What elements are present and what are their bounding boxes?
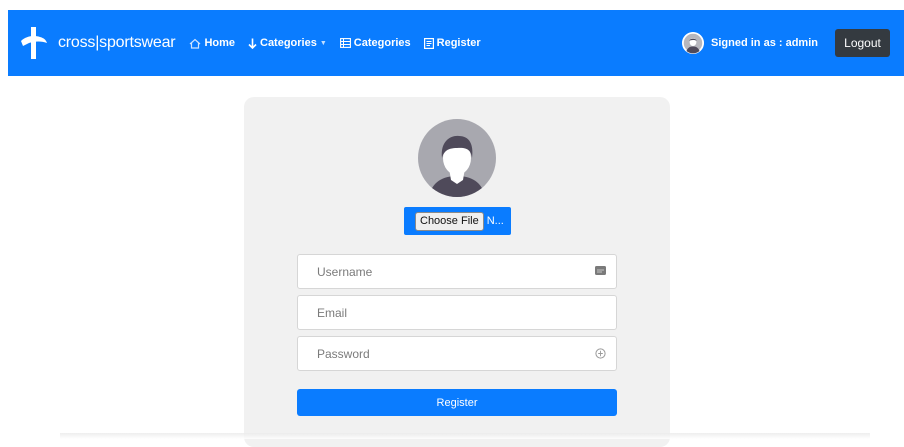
nav-register[interactable]: Register [423,37,481,49]
username-field [297,254,617,289]
profile-avatar-icon [417,118,497,198]
list-icon [339,38,351,48]
caret-down-icon: ▼ [319,39,327,47]
signed-in-text: Signed in as : admin [711,37,818,49]
password-input[interactable] [298,337,616,370]
email-input[interactable] [298,296,616,329]
nav-register-label: Register [436,37,481,49]
username-input[interactable] [298,255,616,288]
navbar: cross|sportswear Home Categories ▼ Categ… [8,10,904,76]
id-card-icon [595,266,606,275]
password-field [297,336,617,371]
page-bottom-shadow [60,433,870,439]
file-upload[interactable]: Choose File N... [404,207,511,235]
arrow-down-icon [248,38,257,49]
nav-user-area: Signed in as : admin Logout [682,10,890,76]
register-card: Choose File N... Register [244,97,670,447]
brand[interactable]: cross|sportswear [20,26,176,60]
register-icon [423,37,434,49]
nav-categories-dropdown[interactable]: Categories ▼ [248,37,327,49]
nav-links: Home Categories ▼ Categories Register [189,37,493,49]
brand-logo-icon [21,27,47,59]
nav-categories-label: Categories [353,37,411,49]
email-field [297,295,617,330]
nav-home-label: Home [204,37,235,49]
password-key-icon [595,348,606,359]
nav-home[interactable]: Home [189,37,235,49]
register-submit-button[interactable]: Register [297,389,617,416]
file-name-text: N... [486,215,504,227]
home-icon [189,38,201,49]
logout-button[interactable]: Logout [835,29,890,57]
nav-categories[interactable]: Categories [339,37,411,49]
brand-text: cross|sportswear [58,34,176,51]
user-avatar-icon [682,32,705,54]
nav-categories-dropdown-label: Categories [260,37,317,49]
choose-file-button[interactable]: Choose File [415,211,484,231]
